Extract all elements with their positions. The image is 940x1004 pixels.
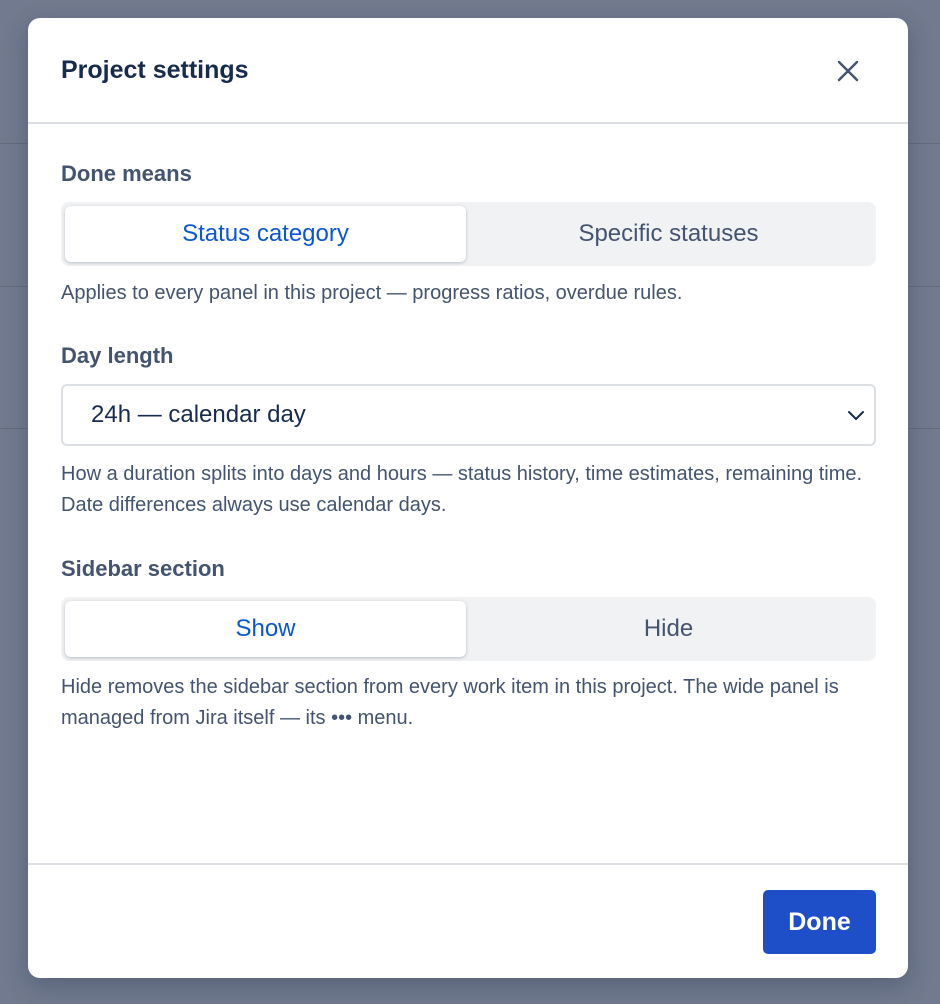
close-button[interactable] (831, 54, 865, 88)
sidebar-section-help: Hide removes the sidebar section from ev… (61, 676, 839, 729)
sidebar-section-toggle: Show Hide (61, 597, 876, 661)
project-settings-dialog: Project settings Done means Status categ… (28, 18, 908, 978)
sidebar-section-label: Sidebar section (61, 556, 225, 581)
chevron-down-icon (848, 411, 864, 420)
day-length-select[interactable]: 24h — calendar day (61, 384, 876, 446)
day-length-help: How a duration splits into days and hour… (61, 463, 863, 516)
sidebar-section-option-hide[interactable]: Hide (468, 601, 869, 657)
done-means-help: Applies to every panel in this project —… (61, 282, 683, 304)
dialog-header: Project settings (28, 18, 908, 124)
close-icon (837, 60, 859, 82)
footer-divider (28, 863, 908, 865)
day-length-label: Day length (61, 343, 174, 368)
done-button[interactable]: Done (763, 890, 876, 954)
day-length-value: 24h — calendar day (91, 401, 306, 428)
done-means-label: Done means (61, 161, 192, 186)
done-means-option-specific-statuses[interactable]: Specific statuses (468, 206, 869, 262)
done-means-toggle: Status category Specific statuses (61, 202, 876, 266)
dialog-title: Project settings (61, 56, 249, 84)
done-means-option-status-category[interactable]: Status category (65, 206, 466, 262)
sidebar-section-option-show[interactable]: Show (65, 601, 466, 657)
